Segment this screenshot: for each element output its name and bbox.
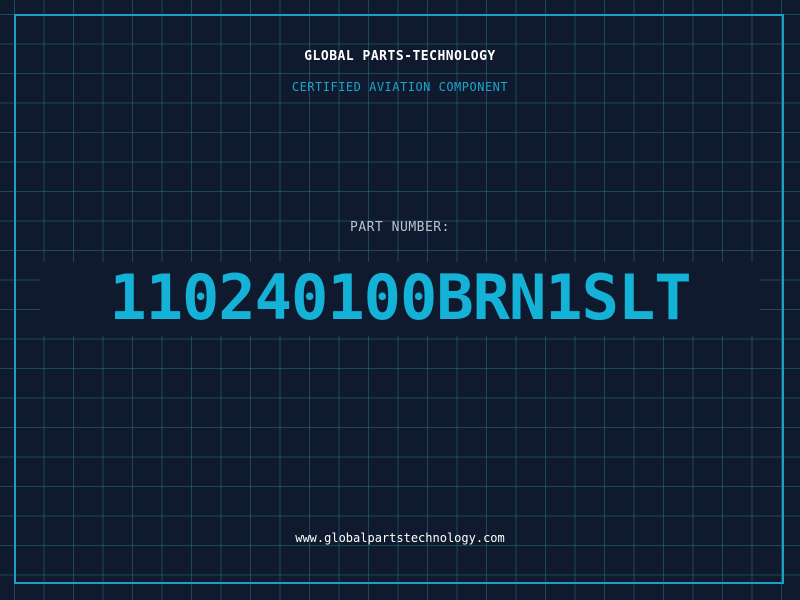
certification-subtitle: CERTIFIED AVIATION COMPONENT xyxy=(291,80,509,94)
part-number-value: 110240100BRN1SLT xyxy=(109,261,691,334)
website-url: www.globalpartstechnology.com xyxy=(295,531,505,545)
part-number-label: PART NUMBER: xyxy=(350,220,450,235)
company-name: GLOBAL PARTS-TECHNOLOGY xyxy=(304,49,496,64)
